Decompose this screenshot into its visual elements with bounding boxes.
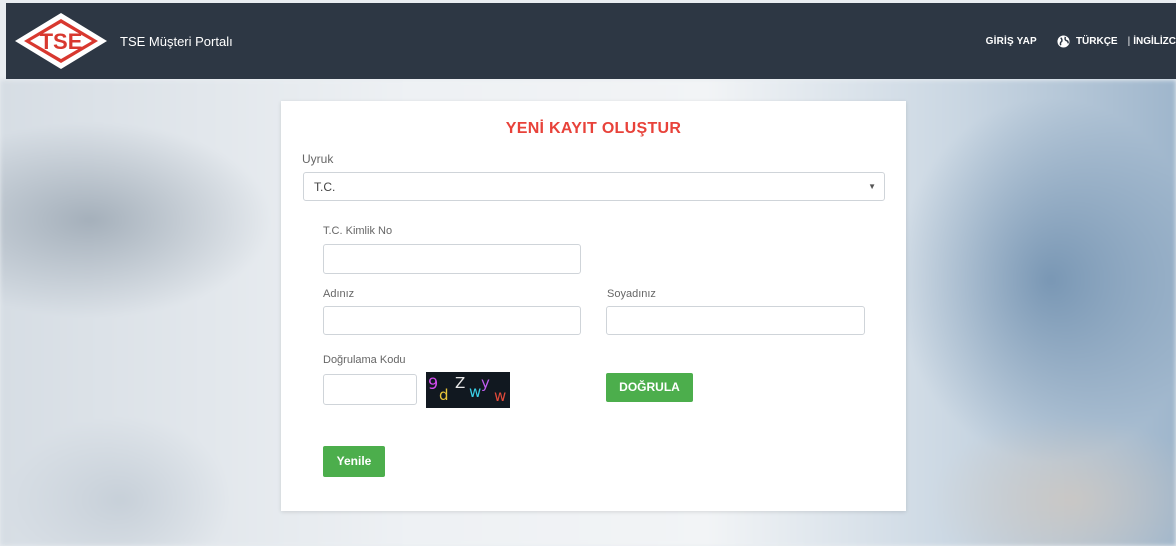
nationality-select[interactable]: T.C. ▼: [303, 172, 885, 201]
verify-button[interactable]: DOĞRULA: [606, 373, 693, 402]
captcha-char: w: [469, 383, 482, 401]
id-number-input[interactable]: [323, 244, 581, 274]
registration-card: YENİ KAYIT OLUŞTUR Uyruk T.C. ▼ T.C. Kim…: [281, 101, 906, 511]
id-number-label: T.C. Kimlik No: [323, 225, 393, 237]
first-name-label: Adınız: [323, 288, 355, 300]
captcha-char: w: [494, 387, 507, 405]
language-english-link[interactable]: İNGİLİZC: [1133, 36, 1176, 47]
captcha-label: Doğrulama Kodu: [323, 354, 406, 366]
nationality-value: T.C.: [314, 180, 336, 194]
portal-title: TSE Müşteri Portalı: [120, 33, 233, 49]
captcha-input[interactable]: [323, 374, 417, 405]
last-name-input[interactable]: [606, 306, 865, 335]
first-name-input[interactable]: [323, 306, 581, 335]
captcha-char: y: [481, 374, 490, 392]
language-turkish-link[interactable]: TÜRKÇE: [1076, 36, 1118, 47]
last-name-label: Soyadınız: [607, 288, 656, 300]
logo-text: TSE: [40, 29, 83, 54]
captcha-image: 9 d Z w y w: [426, 372, 510, 408]
brand: TSE TSE Müşteri Portalı: [6, 3, 233, 79]
captcha-char: 9: [428, 374, 439, 393]
login-link[interactable]: GİRİŞ YAP: [986, 36, 1037, 47]
captcha-char: Z: [455, 374, 466, 392]
chevron-down-icon: ▼: [868, 182, 876, 191]
globe-icon: [1057, 34, 1070, 48]
top-navbar: TSE TSE Müşteri Portalı GİRİŞ YAP TÜRKÇE…: [6, 3, 1176, 79]
nav-right: GİRİŞ YAP TÜRKÇE | İNGİLİZC: [986, 3, 1176, 79]
captcha-char: d: [439, 386, 449, 404]
nav-separator: |: [1127, 35, 1131, 47]
nationality-label: Uyruk: [302, 152, 334, 166]
tse-logo[interactable]: TSE: [6, 3, 116, 79]
form-title: YENİ KAYIT OLUŞTUR: [505, 120, 682, 137]
refresh-button[interactable]: Yenile: [323, 446, 385, 477]
